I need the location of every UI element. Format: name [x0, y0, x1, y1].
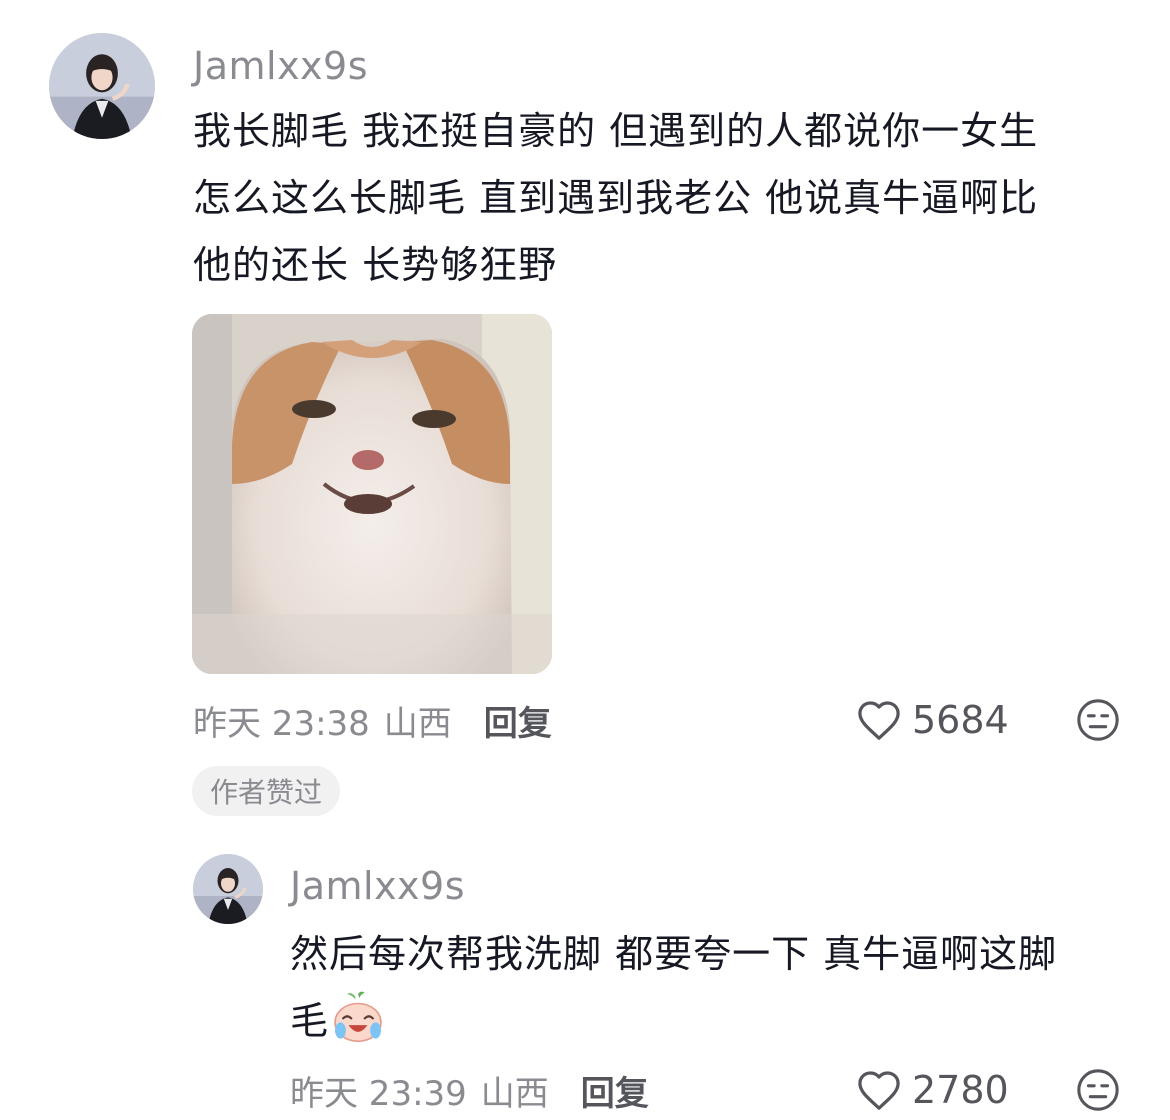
reply-like-button[interactable]: 2780 — [856, 1068, 1009, 1112]
reply-text-line: 然后每次帮我洗脚 都要夸一下 真牛逼啊这脚 — [290, 932, 1058, 976]
comment-avatar[interactable] — [49, 33, 155, 139]
reply-reply-button[interactable]: 回复 — [581, 1066, 649, 1115]
author-liked-badge: 作者赞过 — [192, 766, 341, 816]
laughing-tears-emoji-icon — [334, 991, 382, 1043]
meh-face-icon[interactable] — [1075, 697, 1121, 743]
comment-text-line: 他的还长 长势够狂野 — [193, 243, 558, 287]
reply-username[interactable]: Jamlxx9s — [290, 864, 465, 908]
comment-username[interactable]: Jamlxx9s — [193, 44, 368, 88]
reply-meta: 昨天 23:39 山西 回复 — [290, 1066, 649, 1115]
comment-text: 我长脚毛 我还挺自豪的 但遇到的人都说你一女生 怎么这么长脚毛 直到遇到我老公 … — [193, 98, 1038, 299]
reply-time: 昨天 23:39 — [290, 1074, 467, 1114]
reply-text-line: 毛 — [290, 988, 1057, 1055]
comment-time: 昨天 23:38 — [193, 704, 370, 744]
reply-avatar[interactable] — [193, 854, 263, 924]
comment-meta: 昨天 23:38 山西 回复 — [193, 696, 552, 745]
comment-meme-image[interactable] — [192, 314, 552, 674]
heart-outline-icon — [858, 1071, 900, 1110]
comment-reply-button[interactable]: 回复 — [484, 696, 552, 745]
avatar-image — [193, 854, 263, 924]
comment-text-line: 我长脚毛 我还挺自豪的 但遇到的人都说你一女生 — [193, 109, 1039, 153]
comment-text-line: 怎么这么长脚毛 直到遇到我老公 他说真牛逼啊比 — [193, 176, 1039, 220]
reply-text-tail: 毛 — [290, 999, 330, 1043]
reply-location: 山西 — [480, 1074, 549, 1114]
heart-outline-icon — [858, 701, 900, 740]
reply-like-count: 2780 — [912, 1068, 1009, 1112]
avatar-image — [49, 33, 155, 139]
reply-text: 然后每次帮我洗脚 都要夸一下 真牛逼啊这脚 毛 — [290, 921, 1057, 1055]
comment-like-button[interactable]: 5684 — [856, 698, 1009, 742]
comment-thread: Jamlxx9s 我长脚毛 我还挺自豪的 但遇到的人都说你一女生 怎么这么长脚毛… — [0, 0, 1170, 1120]
comment-location: 山西 — [383, 704, 452, 744]
comment-like-count: 5684 — [912, 698, 1009, 742]
smiling-cat-image — [192, 314, 552, 674]
meh-face-icon[interactable] — [1075, 1067, 1121, 1113]
